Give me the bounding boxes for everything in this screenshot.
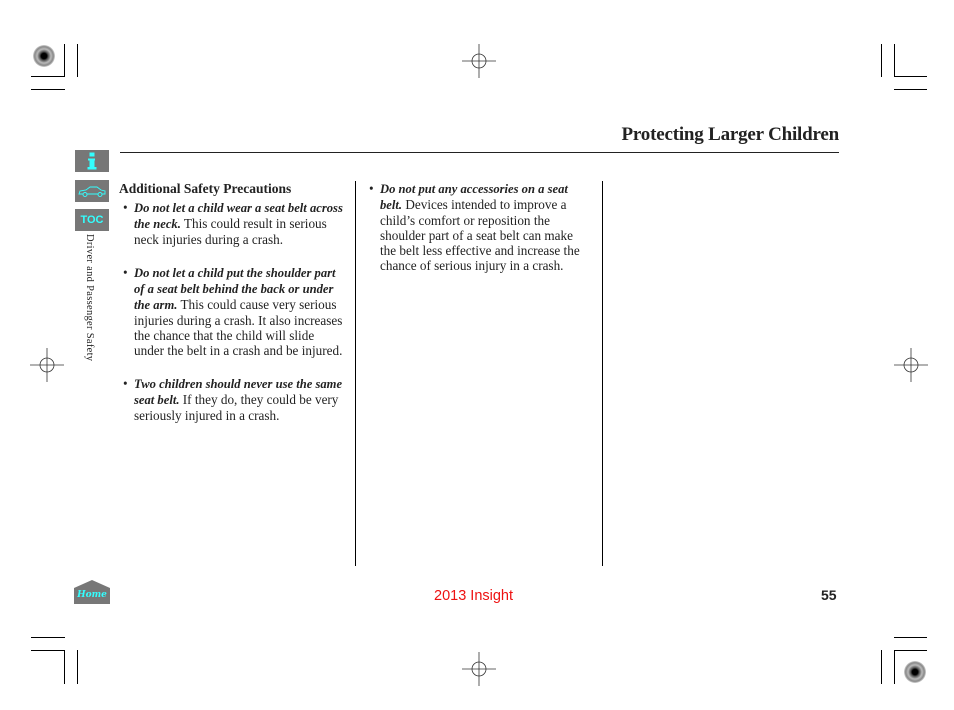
- crosshair-mark-top: [462, 44, 496, 78]
- crop-mark: [64, 44, 65, 77]
- crop-mark: [77, 650, 78, 684]
- list-item: • Do not let a child put the shoulder par…: [119, 265, 347, 358]
- crop-mark: [31, 76, 65, 77]
- crop-mark: [881, 44, 882, 77]
- crop-mark: [881, 650, 882, 684]
- list-item: • Two children should never use the same …: [119, 376, 347, 423]
- crop-mark: [31, 89, 65, 90]
- list-item: • Do not put any accessories on a seat be…: [365, 181, 587, 273]
- crop-mark: [894, 89, 927, 90]
- header-rule: [120, 152, 839, 153]
- safety-section-button[interactable]: [75, 180, 109, 202]
- crop-mark: [31, 637, 65, 638]
- info-icon: [87, 152, 97, 170]
- column-divider: [355, 181, 356, 566]
- crosshair-mark-bottom: [462, 652, 496, 686]
- crop-mark: [894, 76, 927, 77]
- bullet: •: [123, 200, 128, 215]
- crosshair-mark-left: [30, 348, 64, 382]
- crop-mark: [894, 44, 895, 77]
- car-icon: [78, 186, 106, 197]
- info-button[interactable]: [75, 150, 109, 172]
- crop-mark: [64, 650, 65, 684]
- crosshair-mark-right: [894, 348, 928, 382]
- model-link[interactable]: 2013 Insight: [434, 588, 513, 604]
- registration-target-top-left: [33, 45, 55, 67]
- bullet: •: [123, 265, 128, 280]
- toc-label: TOC: [80, 214, 104, 226]
- bullet: •: [369, 181, 374, 196]
- section-label: Driver and Passenger Safety: [84, 234, 95, 362]
- section-heading: Additional Safety Precautions: [119, 181, 292, 196]
- page-number: 55: [821, 587, 837, 603]
- home-label: Home: [76, 590, 107, 600]
- page-title: Protecting Larger Children: [621, 124, 840, 145]
- crop-mark: [894, 650, 895, 684]
- middle-column: • Do not put any accessories on a seat be…: [365, 181, 587, 291]
- crop-mark: [894, 637, 927, 638]
- toc-button[interactable]: TOC: [75, 209, 109, 231]
- column-divider: [602, 181, 603, 566]
- item-text: Devices intended to improve a child’s co…: [380, 197, 580, 273]
- crop-mark: [894, 650, 927, 651]
- registration-target-bottom-right: [904, 661, 926, 683]
- left-column: Additional Safety Precautions • Do not le…: [119, 181, 347, 441]
- crop-mark: [31, 650, 65, 651]
- bullet: •: [123, 376, 128, 391]
- crop-mark: [77, 44, 78, 77]
- home-button[interactable]: Home: [74, 580, 110, 604]
- list-item: • Do not let a child wear a seat belt acr…: [119, 200, 347, 247]
